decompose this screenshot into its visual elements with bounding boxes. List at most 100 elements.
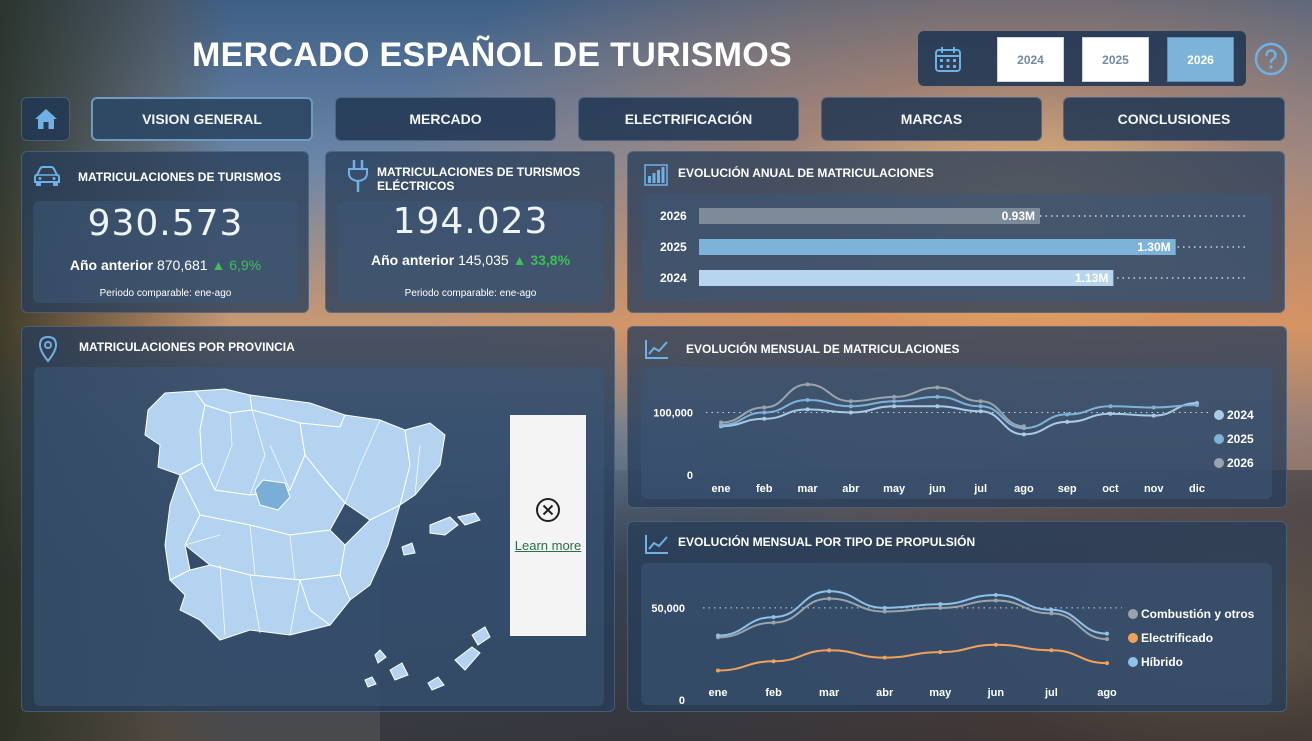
data-point-2024[interactable] <box>805 407 810 412</box>
line-chart-icon <box>645 535 668 554</box>
data-point-hibrido[interactable] <box>716 633 720 638</box>
data-point-2025[interactable] <box>935 394 940 399</box>
help-icon[interactable] <box>1254 42 1288 76</box>
year-button-2025[interactable]: 2025 <box>1082 37 1149 82</box>
data-point-electrificado[interactable] <box>938 650 943 655</box>
data-point-2025[interactable] <box>978 404 983 409</box>
map-region-baleares <box>429 516 459 536</box>
annual-bar-2025[interactable] <box>699 239 1176 255</box>
data-point-2026[interactable] <box>848 399 853 404</box>
tab-conclusiones[interactable]: CONCLUSIONES <box>1063 97 1285 141</box>
series-line-2024[interactable] <box>720 402 1198 436</box>
data-point-2025[interactable] <box>1151 405 1156 410</box>
data-point-hibrido[interactable] <box>1049 607 1054 612</box>
data-point-2026[interactable] <box>935 385 940 390</box>
tab-mercado[interactable]: MERCADO <box>335 97 556 141</box>
x-tick-label: jul <box>973 483 987 495</box>
series-line-combustion-y-otros[interactable] <box>717 597 1108 641</box>
data-point-2026[interactable] <box>978 399 983 404</box>
data-point-hibrido[interactable] <box>827 589 832 594</box>
data-point-hibrido[interactable] <box>882 605 887 610</box>
location-pin-icon <box>38 335 58 363</box>
data-point-2025[interactable] <box>1065 412 1070 417</box>
data-point-electrificado[interactable] <box>827 648 832 653</box>
data-point-combustion-y-otros[interactable] <box>1049 611 1054 616</box>
data-point-2025[interactable] <box>1108 404 1113 409</box>
kpi-card-electric: MATRICULACIONES DE TURISMOS ELÉCTRICOS 1… <box>325 151 615 313</box>
series-line-electrificado[interactable] <box>717 643 1108 672</box>
kpi-total-prev-label: Año anterior <box>69 257 154 273</box>
data-point-2026[interactable] <box>892 394 897 399</box>
spain-map[interactable] <box>140 385 500 695</box>
data-point-electrificado[interactable] <box>1049 648 1054 653</box>
x-tick-label: jun <box>928 483 946 495</box>
tab-electrificacion[interactable]: ELECTRIFICACIÓN <box>578 97 799 141</box>
page-title: MERCADO ESPAÑOL DE TURISMOS <box>192 36 792 74</box>
data-point-combustion-y-otros[interactable] <box>827 596 832 601</box>
data-point-2025[interactable] <box>762 410 767 415</box>
data-point-combustion-y-otros[interactable] <box>771 620 776 625</box>
home-button[interactable] <box>21 97 70 141</box>
data-point-2026[interactable] <box>1021 424 1026 429</box>
annual-chart-card: EVOLUCIÓN ANUAL DE MATRICULACIONES 2026 0… <box>627 151 1285 313</box>
year-button-2024[interactable]: 2024 <box>997 37 1064 82</box>
data-point-2025[interactable] <box>892 399 897 404</box>
data-point-2024[interactable] <box>978 409 983 414</box>
legend-marker-2025 <box>1214 434 1224 444</box>
data-point-2025[interactable] <box>1195 403 1199 407</box>
annual-bar-2026[interactable] <box>699 208 1040 224</box>
data-point-hibrido[interactable] <box>771 615 776 620</box>
x-tick-label: dic <box>1189 483 1205 495</box>
kpi-card-total: MATRICULACIONES DE TURISMOS 930.573 Año … <box>21 151 309 313</box>
data-point-hibrido[interactable] <box>993 592 998 597</box>
data-point-2026[interactable] <box>762 405 767 410</box>
data-point-combustion-y-otros[interactable] <box>993 598 998 603</box>
x-tick-label: mar <box>819 687 840 699</box>
annual-chart-body: 2026 0.93M 2025 1.30M 2024 1.13M <box>642 194 1272 302</box>
monthly-chart-title: EVOLUCIÓN MENSUAL DE MATRICULACIONES <box>686 342 960 356</box>
x-tick-label: oct <box>1102 483 1119 495</box>
x-tick-label: may <box>883 483 906 495</box>
x-tick-label: jul <box>1044 687 1058 699</box>
data-point-2024[interactable] <box>848 410 853 415</box>
kpi-total-change: ▲ 6,9% <box>211 257 262 273</box>
data-point-2025[interactable] <box>805 398 810 402</box>
car-icon <box>34 166 60 186</box>
tab-marcas[interactable]: MARCAS <box>821 97 1042 141</box>
data-point-combustion-y-otros[interactable] <box>882 609 887 614</box>
data-point-2024[interactable] <box>1065 419 1070 424</box>
data-point-electrificado[interactable] <box>716 668 720 673</box>
data-point-2024[interactable] <box>1108 411 1113 416</box>
home-icon <box>34 109 57 129</box>
kpi-total-body: 930.573 Año anterior 870,681 ▲ 6,9% Peri… <box>33 201 298 303</box>
data-point-combustion-y-otros[interactable] <box>938 605 943 610</box>
data-point-2026[interactable] <box>805 382 810 387</box>
y-tick-label: 100,000 <box>653 408 693 420</box>
data-point-2024[interactable] <box>892 404 897 409</box>
x-tick-label: mar <box>797 483 818 495</box>
x-tick-label: ene <box>712 483 731 495</box>
data-point-2025[interactable] <box>848 404 853 409</box>
province-map-title: MATRICULACIONES POR PROVINCIA <box>79 340 295 354</box>
close-circle-icon[interactable] <box>534 496 562 524</box>
x-tick-label: nov <box>1144 483 1164 495</box>
data-point-hibrido[interactable] <box>938 602 943 607</box>
data-point-2024[interactable] <box>1151 413 1156 418</box>
data-point-2024[interactable] <box>762 416 767 421</box>
tab-vision-general[interactable]: VISION GENERAL <box>91 97 313 141</box>
data-point-electrificado[interactable] <box>1105 661 1109 666</box>
bar-chart-icon <box>644 164 668 186</box>
kpi-total-note: Periodo comparable: ene-ago <box>99 288 232 299</box>
data-point-combustion-y-otros[interactable] <box>1105 637 1109 642</box>
annual-bar-2024[interactable] <box>699 270 1114 286</box>
data-point-electrificado[interactable] <box>882 655 887 660</box>
data-point-2026[interactable] <box>719 420 723 425</box>
data-point-electrificado[interactable] <box>993 642 998 647</box>
x-tick-label: jun <box>987 687 1005 699</box>
year-button-2026[interactable]: 2026 <box>1167 37 1234 82</box>
data-point-electrificado[interactable] <box>771 659 776 664</box>
data-point-hibrido[interactable] <box>1105 631 1109 636</box>
data-point-2024[interactable] <box>935 404 940 409</box>
data-point-2024[interactable] <box>1021 432 1026 437</box>
learn-more-link[interactable]: Learn more <box>515 536 581 556</box>
